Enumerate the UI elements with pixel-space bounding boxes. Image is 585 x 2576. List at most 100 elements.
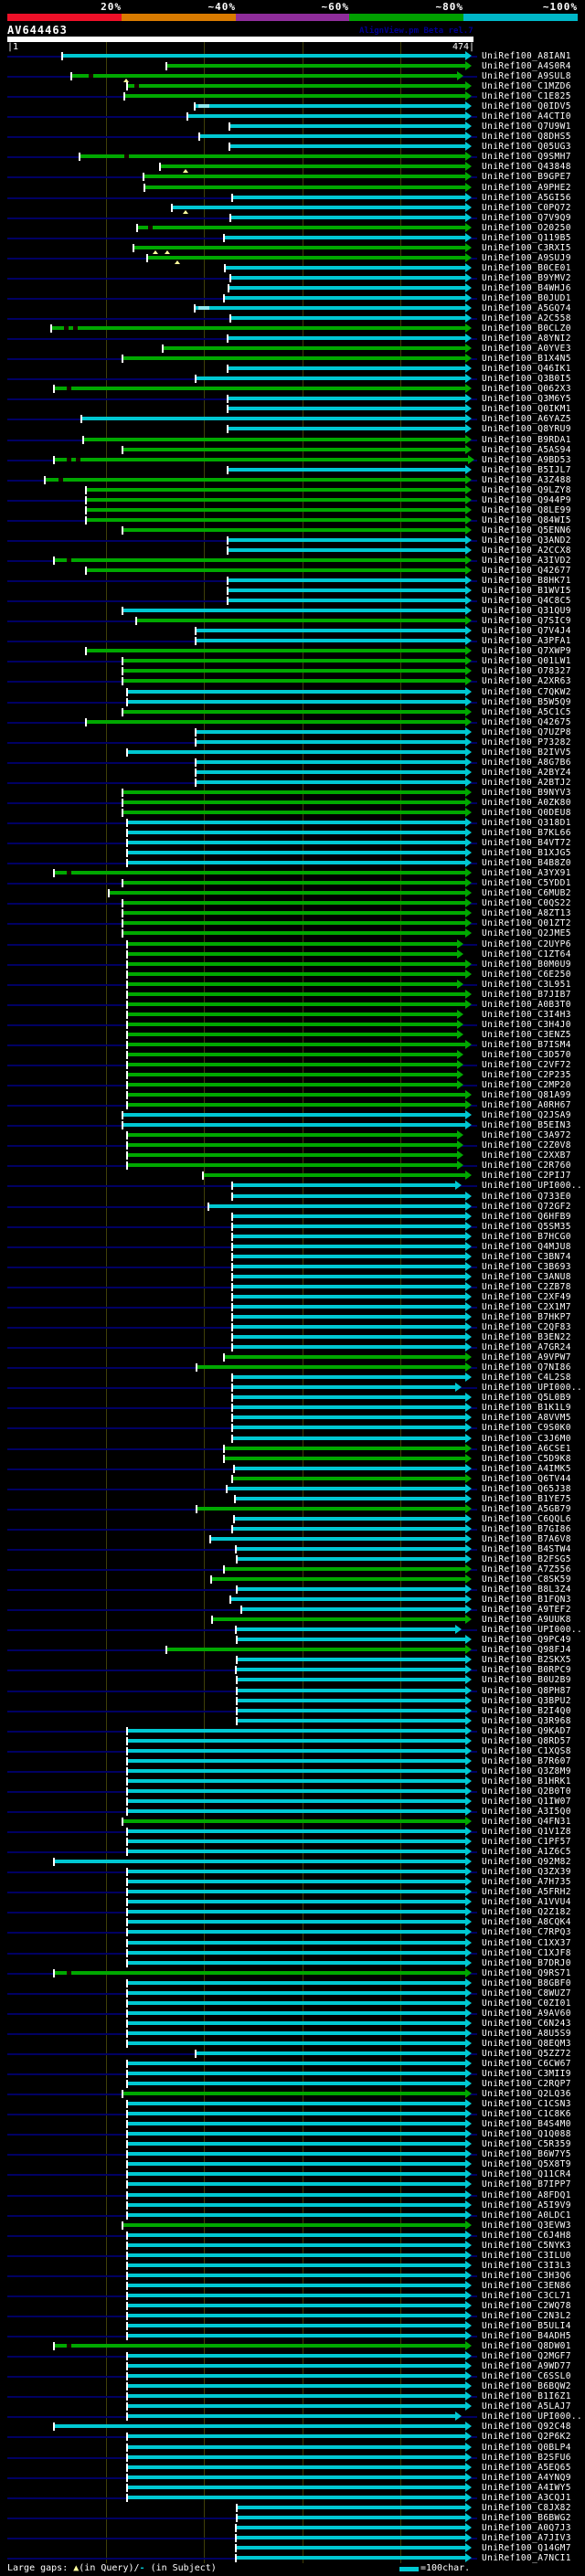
hit-bar[interactable]	[128, 1133, 457, 1138]
hit-label[interactable]: UniRef100_A3Z488	[482, 475, 571, 485]
hit-bar[interactable]	[128, 2354, 466, 2359]
hit-bar[interactable]	[242, 1607, 466, 1612]
hit-bar[interactable]	[196, 779, 466, 784]
hit-bar[interactable]	[233, 1304, 466, 1309]
hit-bar[interactable]	[128, 2030, 466, 2035]
hit-label[interactable]: UniRef100_A3I5Q0	[482, 1807, 571, 1817]
hit-label[interactable]: UniRef100_B9RDA1	[482, 435, 571, 445]
hit-label[interactable]: UniRef100_C3CL71	[482, 2291, 571, 2301]
hit-label[interactable]: UniRef100_C3I3L3	[482, 2261, 571, 2271]
hit-label[interactable]: UniRef100_B4STW4	[482, 1544, 571, 1554]
hit-bar[interactable]	[233, 1405, 466, 1410]
hit-label[interactable]: UniRef100_B6BWG2	[482, 2513, 571, 2523]
hit-bar[interactable]	[128, 2132, 466, 2136]
hit-bar[interactable]	[229, 537, 466, 542]
hit-bar[interactable]	[237, 1678, 466, 1682]
hit-bar[interactable]	[128, 1073, 457, 1077]
hit-label[interactable]: UniRef100_C1E825	[482, 91, 571, 101]
hit-bar[interactable]	[87, 719, 466, 724]
hit-label[interactable]: UniRef100_B2I4Q0	[482, 1706, 571, 1716]
hit-bar[interactable]	[128, 1042, 466, 1046]
hit-label[interactable]: UniRef100_Q2B0T0	[482, 1786, 571, 1797]
hit-bar[interactable]	[224, 235, 466, 239]
hit-bar[interactable]	[231, 316, 466, 321]
hit-label[interactable]: UniRef100_B0U2B9	[482, 1675, 571, 1685]
hit-label[interactable]: UniRef100_C3RXI5	[482, 243, 571, 253]
hit-bar[interactable]	[54, 387, 466, 391]
hit-bar[interactable]	[229, 407, 466, 411]
hit-label[interactable]: UniRef100_C6N243	[482, 2019, 571, 2029]
hit-label[interactable]: UniRef100_Q01LW1	[482, 656, 571, 666]
hit-bar[interactable]	[233, 1224, 466, 1228]
hit-bar[interactable]	[128, 1829, 466, 1834]
hit-bar[interactable]	[54, 1970, 466, 1975]
hit-label[interactable]: UniRef100_B0JUD1	[482, 293, 571, 303]
hit-label[interactable]: UniRef100_A0Q7J3	[482, 2523, 571, 2533]
hit-bar[interactable]	[229, 366, 466, 371]
hit-bar[interactable]	[229, 285, 466, 290]
hit-label[interactable]: UniRef100_B7DRJ0	[482, 1958, 571, 1968]
hit-bar[interactable]	[237, 1658, 466, 1662]
hit-label[interactable]: UniRef100_B0CLZ0	[482, 323, 571, 334]
hit-label[interactable]: UniRef100_UPI000..	[482, 1181, 582, 1191]
hit-bar[interactable]	[128, 1839, 466, 1844]
hit-label[interactable]: UniRef100_Q5L0B9	[482, 1393, 571, 1403]
hit-bar[interactable]	[196, 2051, 466, 2055]
hit-label[interactable]: UniRef100_Q0DEU8	[482, 808, 571, 818]
hit-label[interactable]: UniRef100_C3A972	[482, 1130, 571, 1140]
hit-label[interactable]: UniRef100_Q5SM35	[482, 1222, 571, 1232]
hit-bar[interactable]	[52, 326, 466, 331]
hit-bar[interactable]	[128, 2020, 466, 2025]
hit-label[interactable]: UniRef100_Q11CR4	[482, 2169, 571, 2179]
hit-label[interactable]: UniRef100_Q2P6K2	[482, 2432, 571, 2442]
hit-label[interactable]: UniRef100_B4B8Z0	[482, 858, 571, 868]
hit-bar[interactable]	[87, 649, 466, 653]
hit-label[interactable]: UniRef100_B7ISM4	[482, 1040, 571, 1050]
hit-bar[interactable]	[128, 1940, 466, 1945]
hit-bar[interactable]	[128, 1052, 457, 1056]
hit-bar[interactable]	[128, 2122, 466, 2126]
hit-bar[interactable]	[233, 1436, 466, 1440]
hit-label[interactable]: UniRef100_Q1V1Z8	[482, 1827, 571, 1837]
hit-label[interactable]: UniRef100_Q9RS71	[482, 1968, 571, 1978]
hit-label[interactable]: UniRef100_Q92C48	[482, 2422, 571, 2432]
hit-label[interactable]: UniRef100_C1XJF8	[482, 1948, 571, 1958]
hit-bar[interactable]	[128, 2142, 466, 2147]
hit-bar[interactable]	[233, 1284, 466, 1288]
hit-bar[interactable]	[128, 1163, 457, 1168]
hit-bar[interactable]	[125, 94, 466, 99]
hit-bar[interactable]	[122, 911, 466, 916]
hit-bar[interactable]	[229, 467, 466, 472]
hit-bar[interactable]	[233, 1294, 466, 1299]
hit-label[interactable]: UniRef100_C3ENZ5	[482, 1030, 571, 1040]
hit-bar[interactable]	[128, 1768, 466, 1773]
hit-bar[interactable]	[128, 2454, 466, 2459]
hit-bar[interactable]	[128, 2495, 466, 2499]
hit-bar[interactable]	[128, 1748, 466, 1753]
hit-bar[interactable]	[231, 215, 466, 219]
hit-bar[interactable]	[128, 981, 457, 986]
hit-label[interactable]: UniRef100_B9YMV2	[482, 273, 571, 283]
hit-bar[interactable]	[128, 2242, 466, 2247]
hit-bar[interactable]	[128, 2384, 466, 2389]
hit-label[interactable]: UniRef100_Q3Z8M9	[482, 1766, 571, 1776]
hit-bar[interactable]	[196, 376, 466, 381]
hit-label[interactable]: UniRef100_B2SFU6	[482, 2453, 571, 2463]
hit-label[interactable]: UniRef100_C3B693	[482, 1262, 571, 1272]
hit-bar[interactable]	[128, 1093, 466, 1097]
hit-bar[interactable]	[128, 689, 466, 694]
hit-label[interactable]: UniRef100_C3ANU8	[482, 1272, 571, 1282]
hit-label[interactable]: UniRef100_A0ZK80	[482, 798, 571, 808]
hit-label[interactable]: UniRef100_Q2JSA9	[482, 1110, 571, 1120]
hit-bar[interactable]	[122, 1123, 466, 1128]
hit-bar[interactable]	[54, 2424, 466, 2429]
hit-label[interactable]: UniRef100_A6CSE1	[482, 1444, 571, 1454]
hit-label[interactable]: UniRef100_C3D570	[482, 1050, 571, 1060]
hit-bar[interactable]	[128, 2010, 466, 2015]
hit-bar[interactable]	[195, 104, 466, 109]
hit-label[interactable]: UniRef100_C2Z0V8	[482, 1140, 571, 1150]
hit-label[interactable]: UniRef100_Q1Q088	[482, 2129, 571, 2139]
hit-label[interactable]: UniRef100_C1C8K6	[482, 2109, 571, 2119]
hit-bar[interactable]	[208, 1203, 466, 1208]
hit-label[interactable]: UniRef100_Q6TV44	[482, 1474, 571, 1484]
